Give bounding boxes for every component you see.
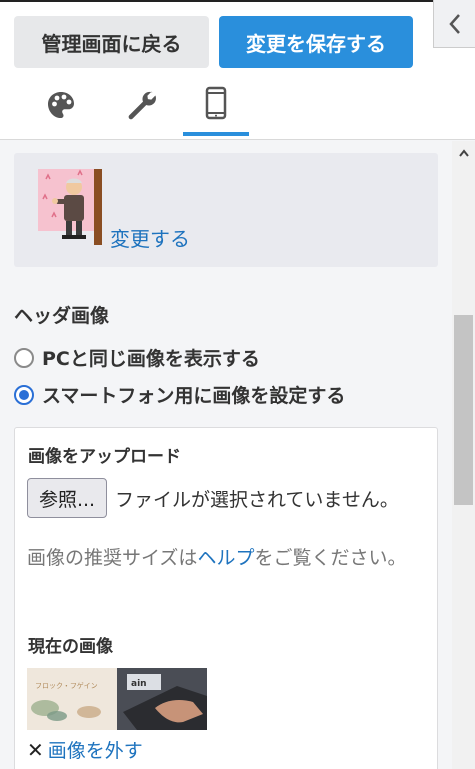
- radio-label: スマートフォン用に画像を設定する: [42, 385, 346, 407]
- tab-smartphone[interactable]: [183, 74, 249, 136]
- chevron-up-icon: [458, 149, 469, 157]
- palette-icon: [48, 92, 74, 118]
- hint-text: 画像の推奨サイズは: [27, 547, 198, 569]
- top-border: [0, 0, 475, 2]
- tab-design[interactable]: [28, 74, 94, 136]
- thumbnail-text-right: ain: [131, 679, 147, 689]
- customizer-panel: 管理画面に戻る 変更を保存する 変更する ヘッダ画像 PCと同じ画像を表示する …: [0, 0, 475, 769]
- remove-image-link[interactable]: 画像を外す: [48, 736, 143, 763]
- logo-preview-box: 変更する: [14, 153, 438, 267]
- hint-text-end: をご覧ください。: [254, 547, 407, 569]
- upload-label: 画像をアップロード: [28, 447, 181, 467]
- smartphone-icon: [205, 86, 227, 120]
- customizer-content: 変更する ヘッダ画像 PCと同じ画像を表示する スマートフォン用に画像を設定する…: [0, 141, 452, 769]
- character-illustration: [38, 169, 102, 245]
- scroll-up-arrow[interactable]: [452, 141, 475, 165]
- current-image-thumbnail: フロック・フゲイン ain: [27, 668, 207, 730]
- remove-image-row[interactable]: ✕ 画像を外す: [27, 736, 143, 763]
- thumbnail-text-left: フロック・フゲイン: [35, 681, 98, 690]
- scrollbar-thumb[interactable]: [454, 315, 473, 505]
- collapse-panel-button[interactable]: [433, 0, 475, 48]
- radio-label: PCと同じ画像を表示する: [42, 348, 260, 370]
- customizer-header: 管理画面に戻る 変更を保存する: [0, 0, 475, 140]
- no-file-text: ファイルが選択されていません。: [115, 489, 399, 511]
- radio-smartphone-image[interactable]: スマートフォン用に画像を設定する: [14, 381, 345, 408]
- radio-same-as-pc[interactable]: PCと同じ画像を表示する: [14, 344, 260, 371]
- vertical-scrollbar[interactable]: [452, 141, 475, 769]
- radio-button-checked[interactable]: [14, 384, 34, 405]
- browse-file-button[interactable]: 参照...: [27, 478, 107, 518]
- header-image-title: ヘッダ画像: [14, 305, 110, 327]
- recommended-size-hint: 画像の推奨サイズはヘルプをご覧ください。: [27, 542, 427, 574]
- wrench-icon: [128, 91, 156, 120]
- image-upload-panel: 画像をアップロード 参照... ファイルが選択されていません。 画像の推奨サイズ…: [14, 427, 438, 769]
- help-link[interactable]: ヘルプ: [197, 547, 254, 569]
- save-changes-button[interactable]: 変更を保存する: [219, 16, 413, 68]
- tab-settings[interactable]: [108, 74, 174, 136]
- chevron-left-icon: [448, 13, 460, 34]
- radio-button[interactable]: [14, 347, 34, 368]
- close-icon: ✕: [27, 737, 44, 762]
- back-to-admin-button[interactable]: 管理画面に戻る: [14, 16, 209, 68]
- current-image-label: 現在の画像: [28, 637, 113, 657]
- change-logo-link[interactable]: 変更する: [110, 223, 190, 252]
